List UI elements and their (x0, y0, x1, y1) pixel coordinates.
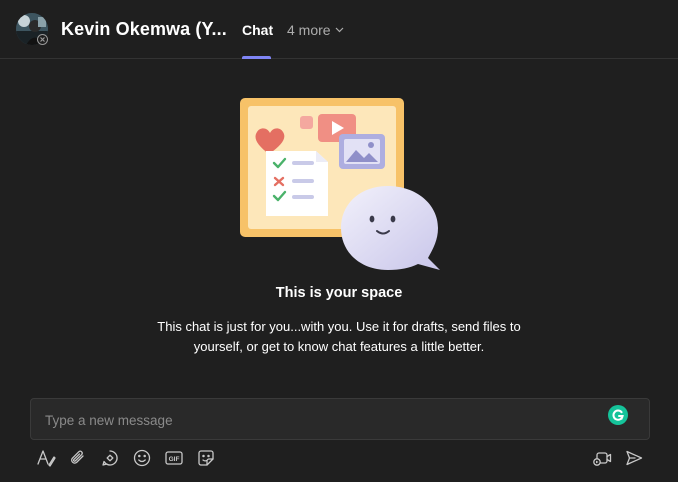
attach-icon[interactable] (68, 448, 88, 468)
message-input[interactable] (43, 408, 607, 432)
presence-offline-icon (37, 34, 48, 45)
emoji-icon[interactable] (132, 448, 152, 468)
description-line: This chat is just for you...with you. Us… (157, 319, 521, 334)
tab-chat[interactable]: Chat (242, 22, 273, 59)
active-tab-indicator (242, 56, 271, 59)
tab-more[interactable]: 4 more (287, 22, 344, 38)
tab-more-label: 4 more (287, 22, 331, 38)
empty-state-title: This is your space (275, 285, 403, 301)
empty-state-description: This chat is just for you...with you. Us… (0, 317, 678, 357)
loop-icon[interactable] (100, 448, 120, 468)
sticker-icon[interactable] (196, 448, 216, 468)
chevron-down-icon (335, 27, 344, 33)
description-line: yourself, or get to know chat features a… (193, 339, 485, 354)
compose-box (30, 398, 650, 440)
chat-header: Kevin Okemwa (Y... Chat 4 more (0, 0, 678, 59)
send-icon[interactable] (624, 448, 644, 468)
format-icon[interactable] (36, 448, 56, 468)
gif-icon[interactable]: GIF (164, 448, 184, 468)
empty-chat-illustration (240, 98, 440, 270)
chat-title: Kevin Okemwa (Y... (61, 19, 227, 39)
grammarly-icon[interactable] (608, 405, 628, 425)
gif-label: GIF (169, 456, 180, 463)
video-clip-icon[interactable] (592, 448, 612, 468)
